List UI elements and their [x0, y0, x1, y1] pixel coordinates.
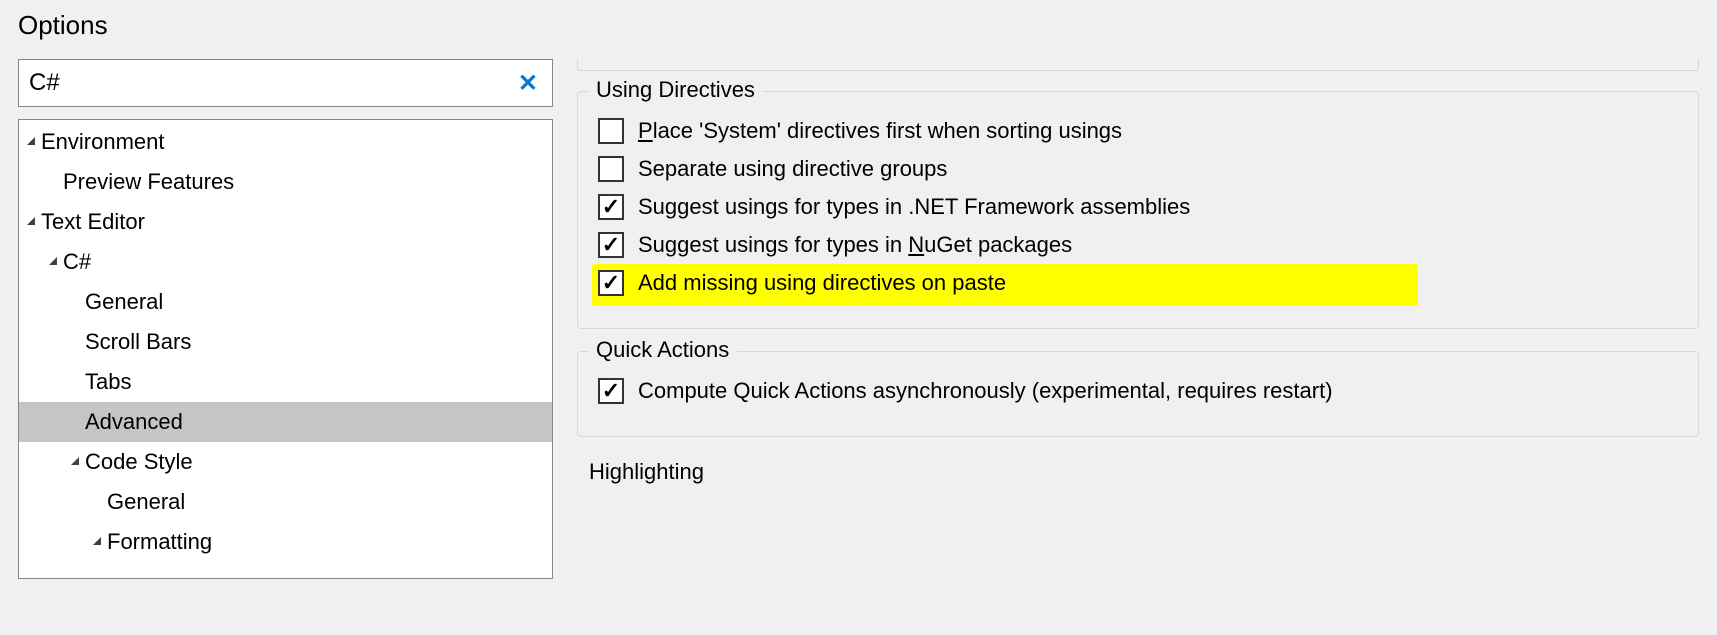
group-using-directives: Using Directives Place 'System' directiv…	[577, 91, 1699, 329]
tree-item-environment[interactable]: Environment	[19, 122, 552, 162]
group-quick-actions: Quick Actions Compute Quick Actions asyn…	[577, 351, 1699, 437]
tree-item-label: Environment	[41, 129, 165, 155]
tree-item-tabs[interactable]: Tabs	[19, 362, 552, 402]
tree-item-c-[interactable]: C#	[19, 242, 552, 282]
search-box[interactable]: ✕	[18, 59, 553, 107]
group-legend: Quick Actions	[588, 337, 737, 363]
checkbox-row[interactable]: Suggest usings for types in .NET Framewo…	[598, 194, 1678, 220]
checkbox-label: Suggest usings for types in NuGet packag…	[638, 232, 1072, 258]
expander-icon[interactable]	[25, 217, 39, 227]
checkbox[interactable]	[598, 194, 624, 220]
tree-item-label: Advanced	[85, 409, 183, 435]
checkbox-label: Separate using directive groups	[638, 156, 947, 182]
group-highlighting-legend: Highlighting	[589, 459, 1699, 485]
options-tree[interactable]: Environment Preview Features Text Editor C#…	[18, 119, 553, 579]
checkbox-label: Compute Quick Actions asynchronously (ex…	[638, 378, 1333, 404]
expander-icon[interactable]	[91, 537, 105, 547]
checkbox-label: Place 'System' directives first when sor…	[638, 118, 1122, 144]
tree-item-label: C#	[63, 249, 91, 275]
tree-item-label: General	[107, 489, 185, 515]
checkbox-label: Add missing using directives on paste	[638, 270, 1006, 296]
tree-item-label: General	[85, 289, 163, 315]
checkbox-row[interactable]: Suggest usings for types in NuGet packag…	[598, 232, 1678, 258]
tree-item-general[interactable]: General	[19, 282, 552, 322]
tree-item-advanced[interactable]: Advanced	[19, 402, 552, 442]
search-input[interactable]	[29, 69, 512, 97]
tree-item-label: Code Style	[85, 449, 193, 475]
checkbox[interactable]	[598, 232, 624, 258]
checkbox[interactable]	[598, 118, 624, 144]
checkbox[interactable]	[598, 270, 624, 296]
tree-item-code-style[interactable]: Code Style	[19, 442, 552, 482]
tree-item-preview-features[interactable]: Preview Features	[19, 162, 552, 202]
tree-item-general[interactable]: General	[19, 482, 552, 522]
expander-icon[interactable]	[25, 137, 39, 147]
tree-item-label: Text Editor	[41, 209, 145, 235]
settings-panel: Using Directives Place 'System' directiv…	[577, 59, 1699, 579]
checkbox-row[interactable]: Separate using directive groups	[598, 156, 1678, 182]
tree-item-scroll-bars[interactable]: Scroll Bars	[19, 322, 552, 362]
tree-item-formatting[interactable]: Formatting	[19, 522, 552, 562]
checkbox-row[interactable]: Place 'System' directives first when sor…	[598, 118, 1678, 144]
tree-item-label: Formatting	[107, 529, 212, 555]
checkbox-row[interactable]: Add missing using directives on paste	[598, 270, 1678, 296]
checkbox-label: Suggest usings for types in .NET Framewo…	[638, 194, 1190, 220]
group-legend: Using Directives	[588, 77, 763, 103]
tree-item-label: Scroll Bars	[85, 329, 191, 355]
tree-item-label: Preview Features	[63, 169, 234, 195]
checkbox[interactable]	[598, 378, 624, 404]
expander-icon[interactable]	[69, 457, 83, 467]
tree-item-text-editor[interactable]: Text Editor	[19, 202, 552, 242]
clear-search-icon[interactable]: ✕	[512, 69, 544, 98]
checkbox[interactable]	[598, 156, 624, 182]
tree-item-label: Tabs	[85, 369, 131, 395]
expander-icon[interactable]	[47, 257, 61, 267]
previous-group-bottom	[577, 59, 1699, 71]
dialog-title: Options	[0, 0, 1717, 59]
checkbox-row[interactable]: Compute Quick Actions asynchronously (ex…	[598, 378, 1678, 404]
